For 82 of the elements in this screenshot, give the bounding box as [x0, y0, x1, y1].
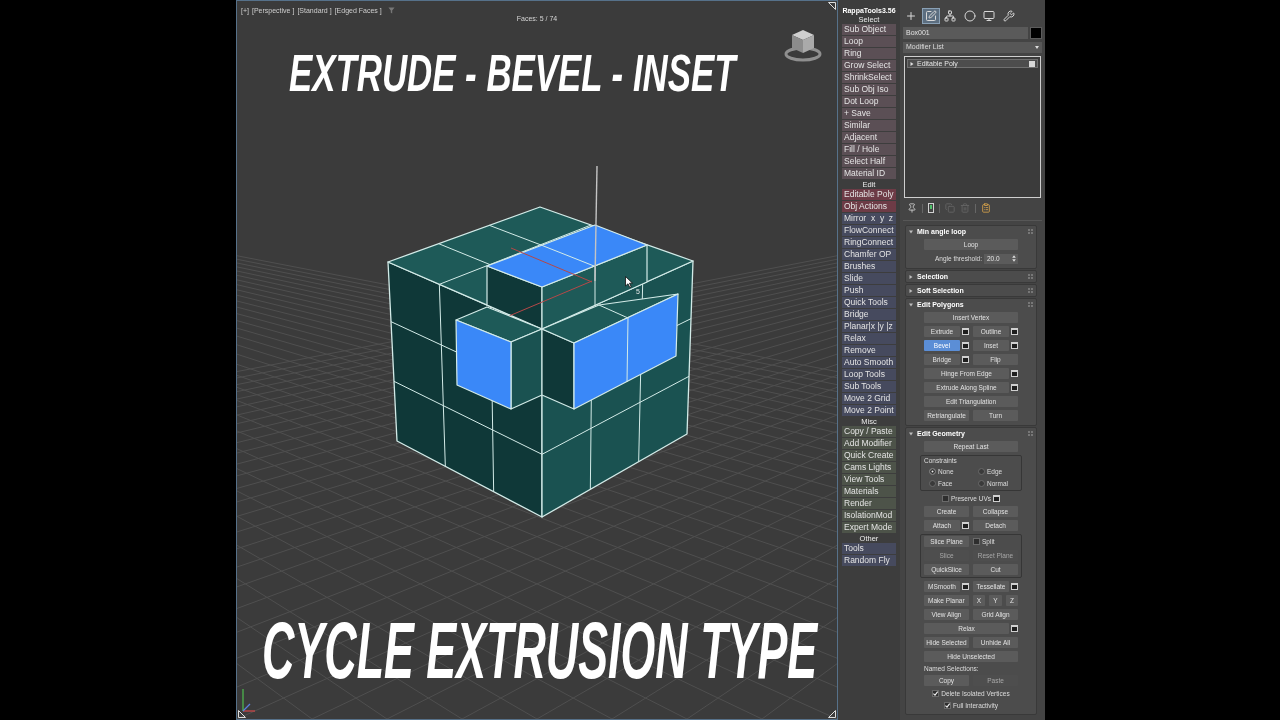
triangle-right-icon[interactable] [909, 274, 913, 279]
tool-button[interactable]: Sub Tools [842, 381, 896, 392]
tool-button[interactable]: FlowConnect [842, 225, 896, 236]
radio-button[interactable] [929, 468, 936, 475]
tool-button[interactable]: IsolationMod [842, 510, 896, 521]
tool-button[interactable]: Move 2 Grid [842, 393, 896, 404]
tool-button[interactable]: Adjacent [842, 132, 896, 143]
caption: CYCLE EXTRUSION TYPE [262, 611, 818, 691]
checkbox[interactable] [941, 495, 949, 502]
grip-dots-icon[interactable] [1028, 229, 1033, 234]
triangle-right-icon[interactable] [909, 288, 913, 293]
tool-button[interactable]: Push [842, 285, 896, 296]
tool-button[interactable]: Render [842, 498, 896, 509]
pin-icon[interactable] [907, 203, 917, 213]
tool-button[interactable]: Sub Object [842, 24, 896, 35]
triangle-down-icon[interactable] [909, 431, 913, 436]
radio-button[interactable] [978, 480, 985, 487]
triangle-down-icon[interactable] [909, 302, 913, 307]
grip-dots-icon[interactable] [1028, 274, 1033, 279]
settings-button[interactable] [962, 583, 969, 590]
checkbox[interactable] [932, 690, 940, 697]
tool-button[interactable]: Quick Create [842, 450, 896, 461]
tool-button[interactable]: Grow Select [842, 60, 896, 71]
tool-button[interactable]: Expert Mode [842, 522, 896, 533]
tool-button[interactable]: Material ID [842, 168, 896, 179]
tool-button[interactable]: RingConnect [842, 237, 896, 248]
tool-button[interactable]: Cams Lights [842, 462, 896, 473]
tool-button[interactable]: Sub Obj Iso [842, 84, 896, 95]
tool-button[interactable]: Relax [842, 333, 896, 344]
tool-button[interactable]: Add Modifier [842, 438, 896, 449]
tool-button[interactable]: Select Half [842, 156, 896, 167]
tool-button[interactable]: Loop Tools [842, 369, 896, 380]
tool-button[interactable]: Dot Loop [842, 96, 896, 107]
radio-button[interactable] [929, 480, 936, 487]
bar-icon[interactable] [928, 203, 934, 213]
tool-button[interactable]: + Save [842, 108, 896, 119]
tool-button[interactable]: Mirror x y z [842, 213, 896, 224]
tool-button[interactable]: Planar|x |y |z [842, 321, 896, 332]
cursor-arrow-icon [625, 276, 633, 288]
triangle-down-icon[interactable] [909, 229, 913, 234]
headline: EXTRUDE - BEVEL - INSET [288, 47, 736, 99]
tool-button[interactable]: ShrinkSelect [842, 72, 896, 83]
tool-button[interactable]: Similar [842, 120, 896, 131]
tool-button[interactable]: Ring [842, 48, 896, 59]
settings-button[interactable] [1011, 625, 1018, 632]
tool-button[interactable]: Auto Smooth [842, 357, 896, 368]
tool-button[interactable]: Remove [842, 345, 896, 356]
viewcube-icon[interactable] [783, 27, 823, 63]
tool-button[interactable]: Move 2 Point [842, 405, 896, 416]
caret-down-icon[interactable] [1035, 46, 1039, 49]
tool-button[interactable]: Random Fly [842, 555, 896, 566]
tool-button[interactable]: Tools [842, 543, 896, 554]
grip-dots-icon[interactable] [1028, 302, 1033, 307]
clipboard-icon[interactable] [981, 203, 991, 213]
settings-button[interactable] [993, 495, 1001, 502]
tool-button[interactable]: Materials [842, 486, 896, 497]
checkbox[interactable] [943, 702, 951, 709]
spinner-arrows-icon[interactable] [1012, 255, 1016, 262]
tool-button[interactable]: Copy / Paste [842, 426, 896, 437]
tool-button[interactable]: Brushes [842, 261, 896, 272]
corner-triangle-icon [828, 2, 836, 10]
tool-button[interactable]: Loop [842, 36, 896, 47]
grip-dots-icon[interactable] [1028, 288, 1033, 293]
tool-button[interactable]: Bridge [842, 309, 896, 320]
corner-triangle-icon [828, 710, 836, 718]
filter-icon[interactable] [387, 7, 395, 14]
tool-button[interactable]: Quick Tools [842, 297, 896, 308]
tool-button[interactable]: Obj Actions [842, 201, 896, 212]
settings-button[interactable] [962, 522, 969, 529]
color-swatch-icon[interactable] [1030, 27, 1042, 39]
settings-button[interactable] [1011, 583, 1018, 590]
radio-button[interactable] [978, 468, 985, 475]
triangle-right-icon[interactable] [910, 61, 914, 66]
tool-button[interactable]: Slide [842, 273, 896, 284]
tool-button[interactable]: Editable Poly [842, 189, 896, 200]
checkbox[interactable] [973, 538, 980, 545]
tool-button[interactable]: Chamfer OP [842, 249, 896, 260]
tool-button[interactable]: Fill / Hole [842, 144, 896, 155]
toggle-square-icon[interactable] [1029, 60, 1035, 67]
grip-dots-icon[interactable] [1028, 431, 1033, 436]
tool-button[interactable]: View Tools [842, 474, 896, 485]
corner-triangle-icon [238, 710, 246, 718]
